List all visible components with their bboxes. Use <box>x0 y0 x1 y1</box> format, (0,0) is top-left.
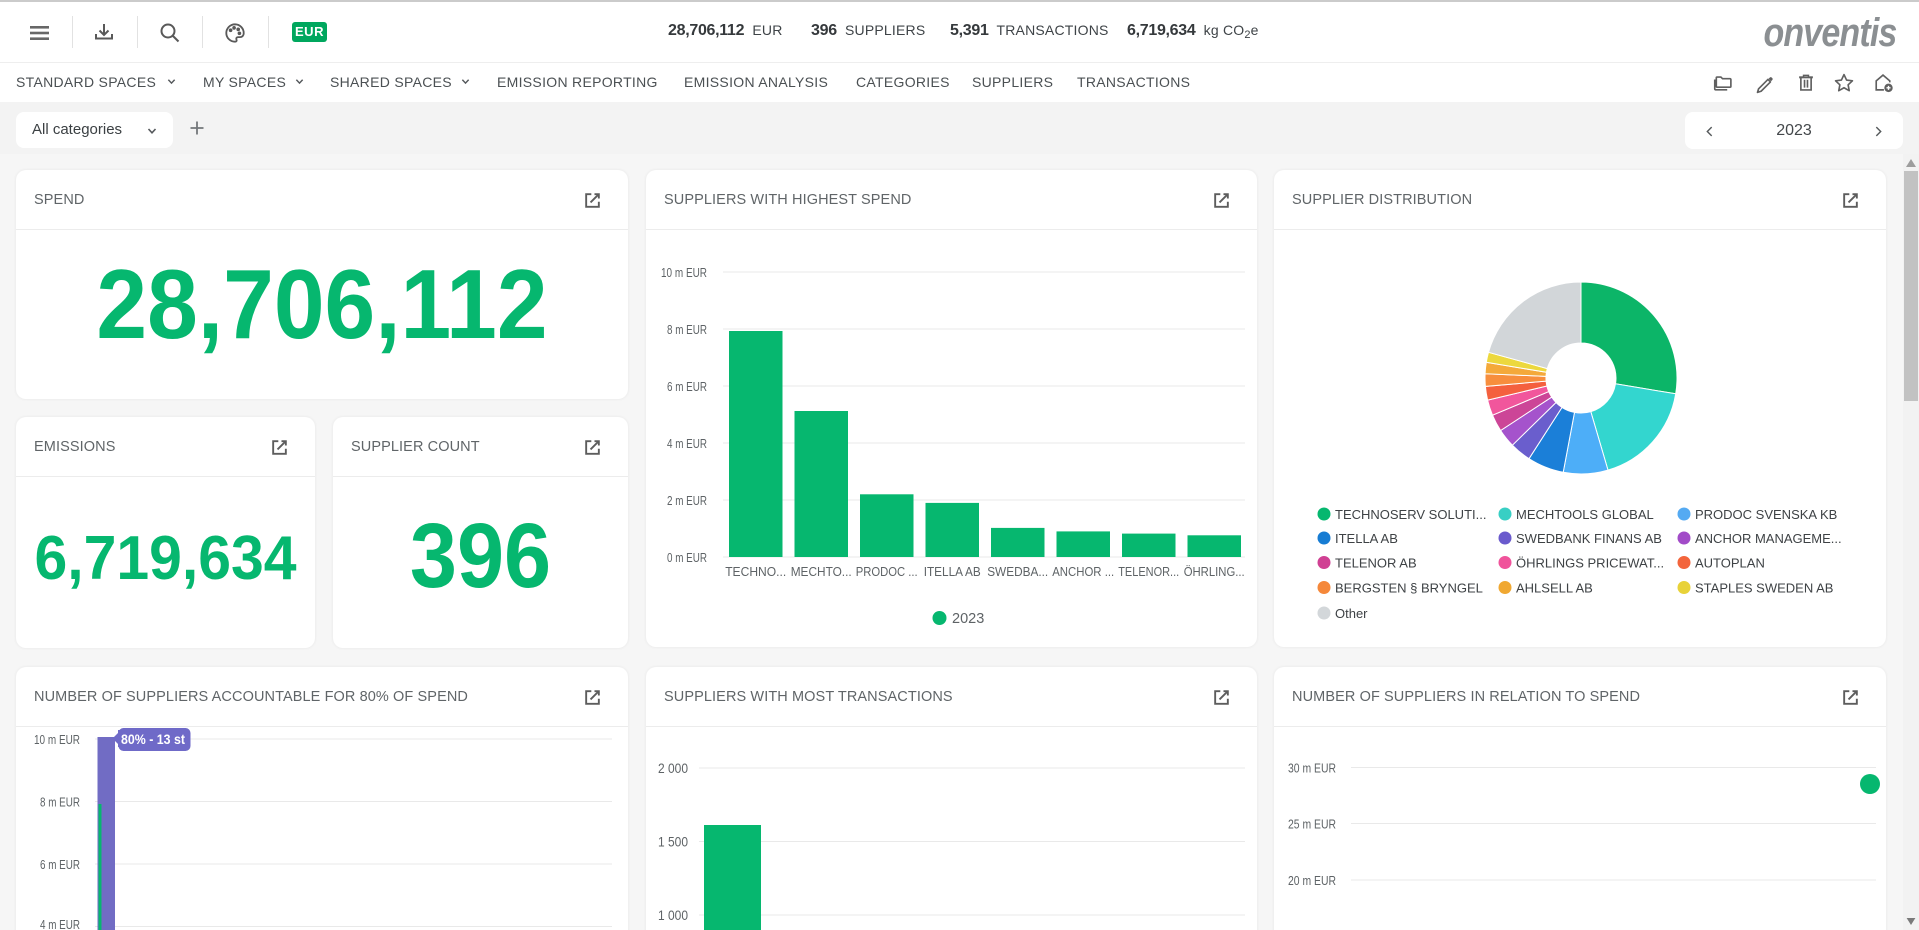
svg-text:20 m EUR: 20 m EUR <box>1288 873 1336 888</box>
svg-text:AHLSELL AB: AHLSELL AB <box>1516 581 1593 596</box>
svg-text:4 m EUR: 4 m EUR <box>667 436 707 451</box>
svg-text:8 m EUR: 8 m EUR <box>667 322 707 337</box>
svg-text:25 m EUR: 25 m EUR <box>1288 817 1336 832</box>
svg-text:2 m EUR: 2 m EUR <box>667 493 707 508</box>
svg-text:MECHTOOLS GLOBAL: MECHTOOLS GLOBAL <box>1516 507 1654 522</box>
svg-text:Other: Other <box>1335 606 1368 621</box>
svg-text:8 m EUR: 8 m EUR <box>40 795 80 810</box>
svg-text:80% - 13 st: 80% - 13 st <box>121 731 185 747</box>
svg-text:SWEDBANK FINANS AB: SWEDBANK FINANS AB <box>1516 531 1662 546</box>
svg-text:ANCHOR MANAGEME...: ANCHOR MANAGEME... <box>1695 531 1842 546</box>
svg-text:PRODOC SVENSKA KB: PRODOC SVENSKA KB <box>1695 507 1837 522</box>
svg-text:1 000: 1 000 <box>658 907 688 923</box>
svg-text:SWEDBA...: SWEDBA... <box>987 565 1048 579</box>
svg-text:TECHNOSERV SOLUTI...: TECHNOSERV SOLUTI... <box>1335 507 1486 522</box>
svg-text:0 m EUR: 0 m EUR <box>667 550 707 565</box>
svg-text:2023: 2023 <box>952 611 984 627</box>
svg-text:4 m EUR: 4 m EUR <box>40 917 80 930</box>
svg-text:TELENOR...: TELENOR... <box>1118 565 1179 579</box>
svg-text:ANCHOR ...: ANCHOR ... <box>1052 565 1114 579</box>
svg-text:BERGSTEN § BRYNGEL: BERGSTEN § BRYNGEL <box>1335 581 1483 596</box>
svg-text:STAPLES SWEDEN AB: STAPLES SWEDEN AB <box>1695 581 1833 596</box>
svg-text:ITELLA AB: ITELLA AB <box>924 565 981 579</box>
svg-text:MECHTO...: MECHTO... <box>791 565 852 579</box>
svg-text:6 m EUR: 6 m EUR <box>667 379 707 394</box>
svg-text:2 000: 2 000 <box>658 760 688 776</box>
svg-text:30 m EUR: 30 m EUR <box>1288 761 1336 776</box>
svg-text:TECHNO...: TECHNO... <box>725 565 786 579</box>
svg-text:AUTOPLAN: AUTOPLAN <box>1695 556 1765 571</box>
svg-text:6 m EUR: 6 m EUR <box>40 857 80 872</box>
svg-text:TELENOR AB: TELENOR AB <box>1335 556 1417 571</box>
svg-text:ÖHRLINGS PRICEWAT...: ÖHRLINGS PRICEWAT... <box>1516 556 1664 571</box>
svg-text:ÖHRLING...: ÖHRLING... <box>1184 565 1245 579</box>
svg-text:1 500: 1 500 <box>658 834 688 850</box>
svg-text:10 m EUR: 10 m EUR <box>34 732 80 747</box>
svg-text:10 m EUR: 10 m EUR <box>661 265 707 280</box>
svg-text:PRODOC ...: PRODOC ... <box>856 565 918 579</box>
svg-text:ITELLA AB: ITELLA AB <box>1335 531 1398 546</box>
